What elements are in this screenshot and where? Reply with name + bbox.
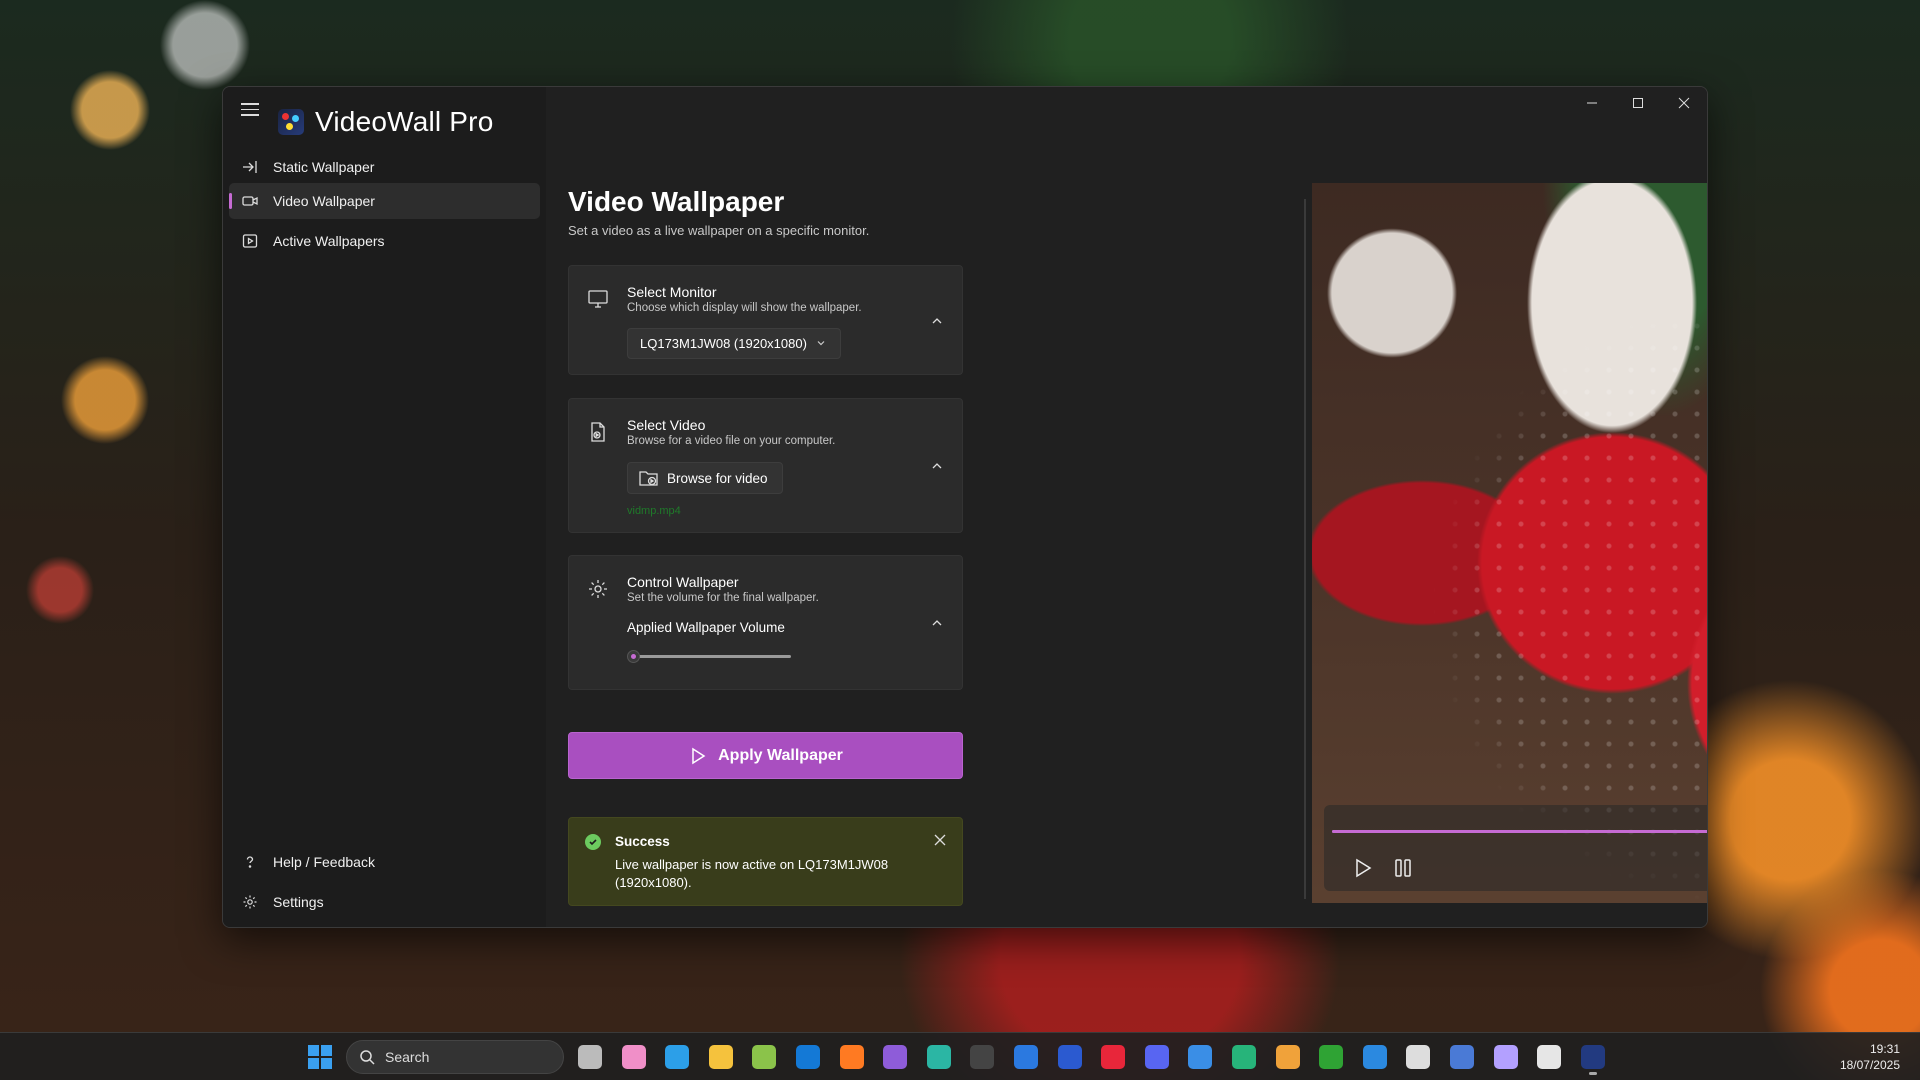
video-file-icon [587, 421, 609, 443]
collapse-chevron-up-icon[interactable] [930, 616, 946, 632]
browse-video-button[interactable]: Browse for video [627, 462, 783, 494]
copilot-icon[interactable] [621, 1045, 646, 1069]
photoshop-icon[interactable] [1057, 1045, 1082, 1069]
clock-date: 18/07/2025 [1839, 1058, 1900, 1072]
pinterest-icon[interactable] [1101, 1045, 1126, 1069]
maximize-button[interactable] [1615, 87, 1661, 119]
taskbar-search[interactable]: Search [346, 1040, 564, 1074]
chevron-down-icon [817, 341, 825, 346]
volume-label: Applied Wallpaper Volume [627, 620, 785, 635]
clock[interactable]: 19:31 18/07/2025 [1840, 1041, 1900, 1073]
mail-app-icon[interactable] [1493, 1045, 1518, 1069]
infobar-title: Success [615, 834, 670, 849]
page-title: Video Wallpaper [568, 186, 785, 217]
select-monitor-card: Select Monitor Choose which display will… [568, 265, 963, 375]
seek-slider[interactable] [1332, 825, 1707, 837]
collapse-chevron-up-icon[interactable] [930, 459, 946, 475]
app-window: VideoWall Pro Static Wallpaper Video Wal… [222, 86, 1708, 928]
xbox-icon[interactable] [1319, 1045, 1344, 1069]
close-icon[interactable] [934, 834, 946, 846]
arrow-right-to-bar-icon [241, 158, 259, 176]
success-check-icon [585, 834, 601, 850]
sidebar-item-video-wallpaper[interactable]: Video Wallpaper [229, 183, 540, 219]
play-icon [692, 747, 706, 764]
page-subtitle: Set a video as a live wallpaper on a spe… [568, 223, 870, 238]
card-description: Browse for a video file on your computer… [627, 435, 836, 447]
sidebar-item-label: Static Wallpaper [273, 159, 375, 175]
infobar-message: Live wallpaper is now active on LQ173M1J… [615, 857, 889, 890]
video-preview[interactable] [1312, 183, 1707, 903]
search-icon [360, 1050, 375, 1065]
sidebar: VideoWall Pro Static Wallpaper Video Wal… [223, 87, 546, 927]
notepad-icon[interactable] [752, 1045, 777, 1069]
card-description: Set the volume for the final wallpaper. [627, 592, 819, 604]
selected-filename: vidmp.mp4 [627, 505, 681, 517]
search-label: Search [385, 1049, 430, 1065]
calendar-icon[interactable] [1537, 1045, 1562, 1069]
pause-icon[interactable] [1392, 857, 1414, 879]
close-button[interactable] [1661, 87, 1707, 119]
taskbar: Search 19:31 18/07/2025 [0, 1032, 1920, 1080]
outlook-icon[interactable] [796, 1045, 820, 1069]
sidebar-item-static-wallpaper[interactable]: Static Wallpaper [229, 149, 540, 185]
video-camera-icon [241, 192, 259, 210]
chatgpt-icon[interactable] [1406, 1045, 1431, 1069]
apply-wallpaper-button[interactable]: Apply Wallpaper [568, 732, 963, 779]
monitor-icon [587, 288, 609, 310]
minimize-button[interactable] [1569, 87, 1615, 119]
sidebar-item-label: Settings [273, 894, 324, 910]
gear-icon [587, 578, 609, 600]
card-title: Select Video [627, 417, 706, 433]
file-explorer-icon[interactable] [708, 1045, 733, 1069]
sidebar-item-active-wallpapers[interactable]: Active Wallpapers [229, 223, 540, 259]
obsidian-icon[interactable] [883, 1045, 908, 1069]
tripadvisor-icon[interactable] [1232, 1045, 1256, 1069]
apply-wallpaper-label: Apply Wallpaper [718, 746, 843, 764]
terminal-icon[interactable] [970, 1045, 995, 1069]
firefox-icon[interactable] [839, 1045, 864, 1069]
question-icon [241, 853, 259, 871]
store-app-icon[interactable] [1188, 1045, 1213, 1069]
sidebar-item-settings[interactable]: Settings [229, 884, 540, 920]
card-title: Control Wallpaper [627, 574, 739, 590]
slider-thumb[interactable] [627, 650, 640, 663]
app-title: VideoWall Pro [315, 106, 494, 137]
media-controls [1324, 805, 1707, 891]
applied-volume-slider[interactable] [627, 650, 791, 663]
sidebar-item-label: Active Wallpapers [273, 233, 385, 249]
card-description: Choose which display will show the wallp… [627, 302, 862, 314]
gear-icon [241, 893, 259, 911]
clock-time: 19:31 [1869, 1042, 1900, 1056]
discord-icon[interactable] [1144, 1045, 1169, 1069]
edge-icon[interactable] [665, 1045, 690, 1069]
todo-icon[interactable] [1014, 1045, 1038, 1069]
browse-video-label: Browse for video [667, 470, 768, 486]
success-infobar: Success Live wallpaper is now active on … [568, 817, 963, 906]
videowall-pro-icon[interactable] [1580, 1045, 1605, 1075]
pane-divider[interactable] [1304, 199, 1306, 899]
task-view-icon[interactable] [578, 1045, 602, 1069]
select-video-card: Select Video Browse for a video file on … [568, 398, 963, 533]
windows-start-icon[interactable] [308, 1045, 332, 1069]
control-wallpaper-card: Control Wallpaper Set the volume for the… [568, 555, 963, 690]
monitor-selected-value: LQ173M1JW08 (1920x1080) [640, 336, 807, 351]
monitor-dropdown[interactable]: LQ173M1JW08 (1920x1080) [627, 328, 841, 359]
card-title: Select Monitor [627, 284, 717, 300]
play-box-icon [241, 232, 259, 250]
sidebar-item-label: Video Wallpaper [273, 193, 375, 209]
folder-video-icon [639, 471, 658, 486]
hamburger-menu-icon[interactable] [241, 103, 259, 117]
collapse-chevron-up-icon[interactable] [930, 314, 946, 330]
pen-icon[interactable] [1275, 1045, 1300, 1069]
vscode-icon[interactable] [1362, 1045, 1387, 1069]
play-icon[interactable] [1352, 857, 1374, 879]
app-logo-icon [278, 109, 304, 135]
main-content: Video Wallpaper Set a video as a live wa… [546, 87, 1707, 927]
sidebar-item-label: Help / Feedback [273, 854, 375, 870]
sidebar-item-help[interactable]: Help / Feedback [229, 844, 540, 880]
remote-desktop-icon[interactable] [1450, 1045, 1474, 1069]
edge-dev-icon[interactable] [926, 1045, 951, 1069]
